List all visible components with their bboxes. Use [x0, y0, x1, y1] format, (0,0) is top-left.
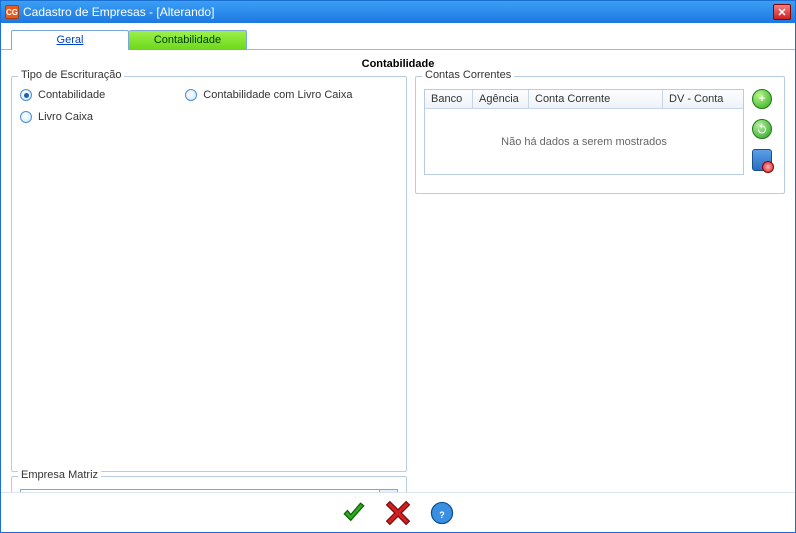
plus-icon: +: [759, 93, 765, 105]
titlebar: CG Cadastro de Empresas - [Alterando] ✕: [1, 1, 795, 23]
radio-dot-icon: [20, 89, 32, 101]
check-icon: [340, 500, 368, 526]
radio-row-2: Livro Caixa: [20, 111, 398, 123]
contas-side-actions: +: [748, 89, 776, 175]
radio-contabilidade[interactable]: Contabilidade: [20, 89, 105, 101]
top-row: Tipo de Escrituração Contabilidade Conta…: [11, 76, 785, 492]
add-conta-button[interactable]: +: [752, 89, 772, 109]
help-icon: ?: [429, 500, 455, 526]
close-icon: ✕: [777, 6, 786, 19]
contas-table: Banco Agência Conta Corrente DV - Conta …: [424, 89, 744, 175]
legend-matriz: Empresa Matriz: [18, 469, 101, 481]
th-banco[interactable]: Banco: [425, 90, 473, 108]
radio-dot-icon: [185, 89, 197, 101]
section-title: Contabilidade: [11, 54, 785, 72]
th-dv-conta[interactable]: DV - Conta: [663, 90, 743, 108]
app-icon: CG: [5, 5, 19, 19]
radio-livro-caixa[interactable]: Livro Caixa: [20, 111, 93, 123]
chevron-down-icon: [379, 490, 397, 492]
footer-actions: ?: [1, 492, 795, 532]
svg-text:?: ?: [439, 509, 444, 519]
refresh-conta-button[interactable]: [752, 119, 772, 139]
tabs: Geral Contabilidade: [1, 23, 795, 50]
tab-geral[interactable]: Geral: [11, 30, 129, 50]
combo-empresa-matriz[interactable]: [20, 489, 398, 492]
legend-contas: Contas Correntes: [422, 69, 514, 81]
radio-label-com-livro: Contabilidade com Livro Caixa: [203, 89, 352, 101]
radio-dot-icon: [20, 111, 32, 123]
left-column: Tipo de Escrituração Contabilidade Conta…: [11, 76, 407, 492]
app-window: CG Cadastro de Empresas - [Alterando] ✕ …: [0, 0, 796, 533]
radio-row-1: Contabilidade Contabilidade com Livro Ca…: [20, 89, 398, 101]
combo-matriz-value: [21, 490, 379, 492]
th-agencia[interactable]: Agência: [473, 90, 529, 108]
refresh-icon: [756, 123, 768, 135]
content-area: Contabilidade Tipo de Escrituração Conta…: [1, 50, 795, 492]
close-button[interactable]: ✕: [773, 4, 791, 20]
ok-button[interactable]: [339, 499, 369, 527]
titlebar-left: CG Cadastro de Empresas - [Alterando]: [5, 5, 214, 19]
table-header: Banco Agência Conta Corrente DV - Conta: [425, 90, 743, 109]
group-tipo-escrituracao: Tipo de Escrituração Contabilidade Conta…: [11, 76, 407, 472]
th-conta-corrente[interactable]: Conta Corrente: [529, 90, 663, 108]
delete-conta-button[interactable]: [752, 149, 772, 171]
radio-label-contabilidade: Contabilidade: [38, 89, 105, 101]
group-contas-correntes: Contas Correntes Banco Agência Conta Cor…: [415, 76, 785, 194]
table-empty-message: Não há dados a serem mostrados: [425, 109, 743, 174]
legend-tipo: Tipo de Escrituração: [18, 69, 124, 81]
group-empresa-matriz: Empresa Matriz: [11, 476, 407, 492]
window-title: Cadastro de Empresas - [Alterando]: [23, 5, 214, 19]
radio-contabilidade-livro-caixa[interactable]: Contabilidade com Livro Caixa: [185, 89, 352, 101]
tab-contabilidade[interactable]: Contabilidade: [129, 30, 247, 50]
radio-label-livro: Livro Caixa: [38, 111, 93, 123]
help-button[interactable]: ?: [427, 499, 457, 527]
cancel-button[interactable]: [383, 499, 413, 527]
cancel-icon: [385, 500, 411, 526]
